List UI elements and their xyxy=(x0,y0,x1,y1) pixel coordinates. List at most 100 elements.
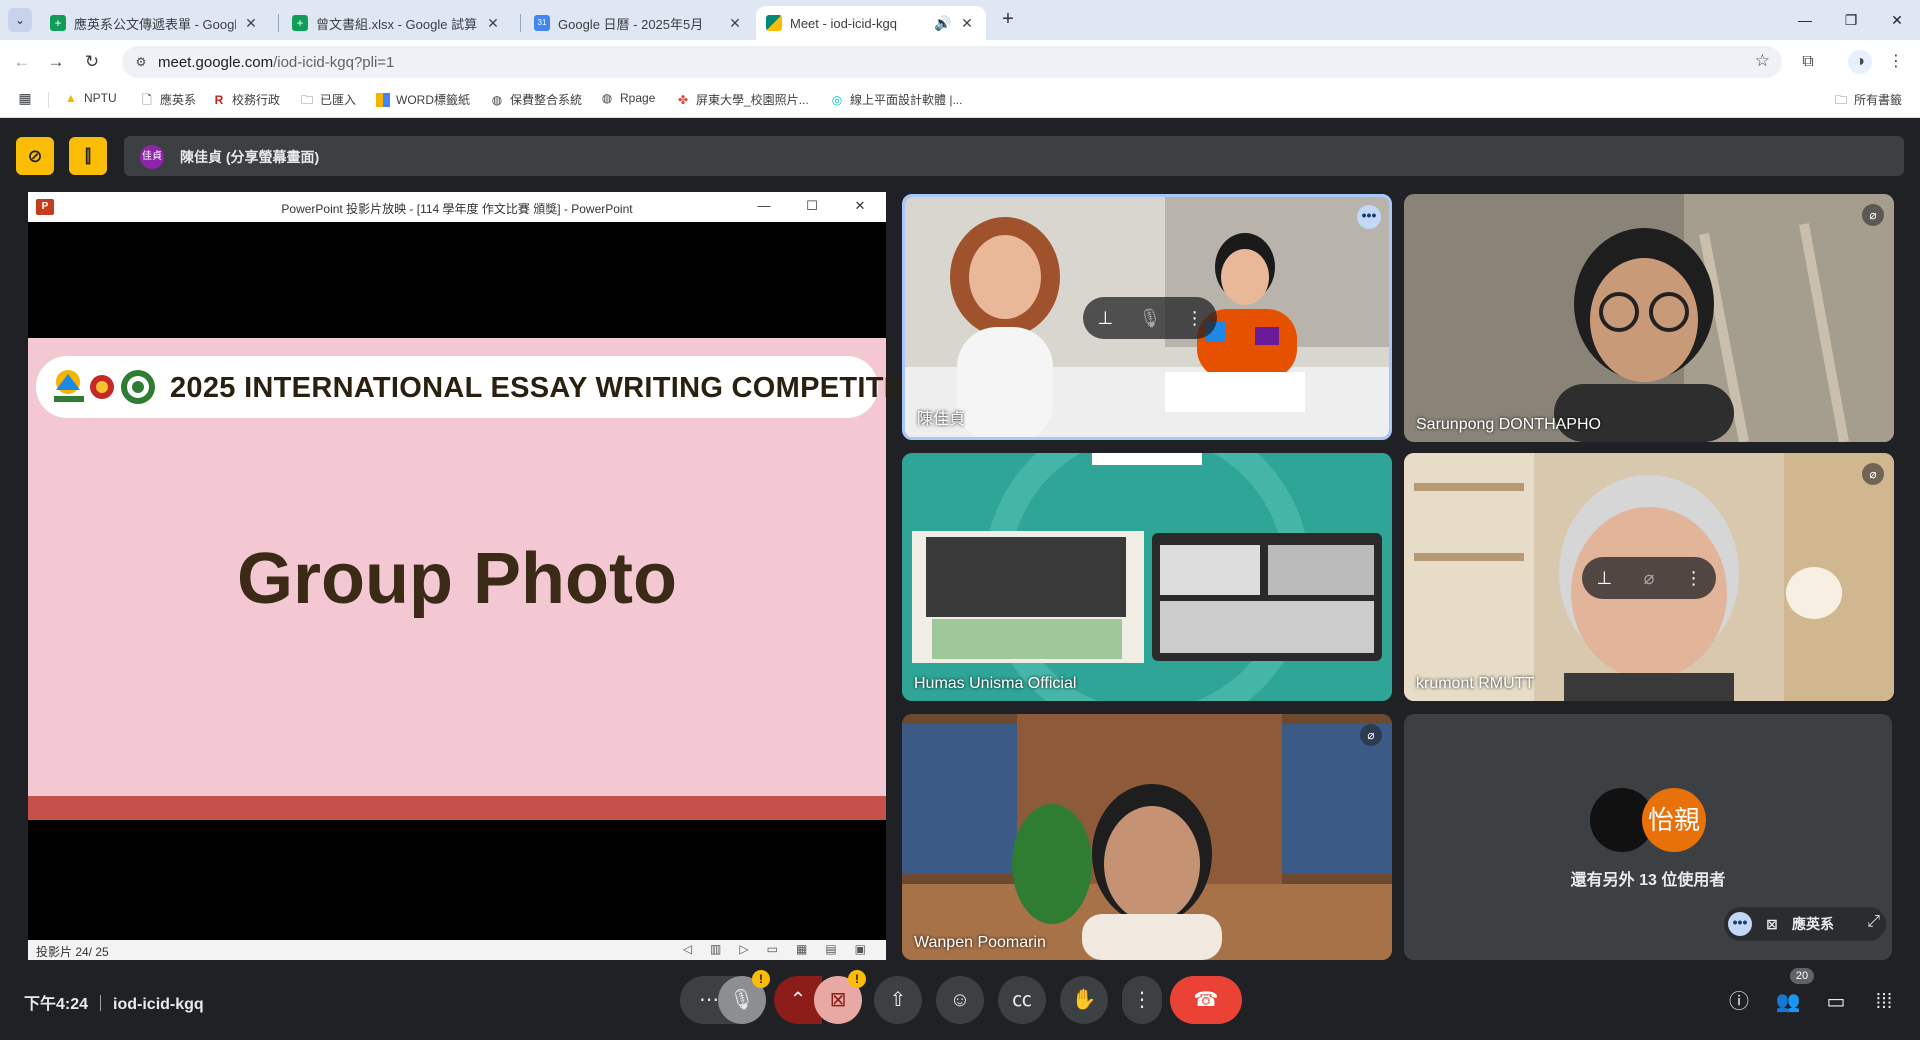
tab-strip: ⌄ + 應英系公文傳遞表單 - Google ✕ + 曾文書組.xlsx - G… xyxy=(0,0,1920,40)
address-bar: ← → ↻ ⚙ meet.google.com/iod-icid-kgq?pli… xyxy=(0,40,1920,82)
bookmark-rpage[interactable]: ◍ Rpage xyxy=(600,91,656,105)
participant-name: 陳佳貞 xyxy=(917,411,966,428)
warning-badge: ! xyxy=(752,970,770,988)
chat-icon[interactable]: ▭ xyxy=(1822,988,1850,1016)
bookmark-campus-photos[interactable]: ✤ 屏東大學_校園照片... xyxy=(676,91,809,108)
others-count-label: 還有另外 13 位使用者 xyxy=(1570,872,1726,889)
video-tile[interactable]: Humas Unisma Official xyxy=(902,453,1392,701)
bookmark-word-labels[interactable]: WORD標籤紙 xyxy=(376,91,470,108)
camera-button[interactable]: ⊠! xyxy=(814,970,866,1024)
apps-grid-icon[interactable]: ▦ xyxy=(18,91,38,105)
all-bookmarks[interactable]: 🗀 所有書籤 xyxy=(1834,91,1902,108)
tab-divider xyxy=(520,14,521,32)
camera-off-icon: ⊠ xyxy=(1766,915,1778,932)
pin-icon[interactable]: ⊥ xyxy=(1589,568,1619,589)
tab-title: 曾文書組.xlsx - Google 試算表 xyxy=(316,16,478,32)
people-icon[interactable]: 👥 xyxy=(1774,988,1802,1016)
more-vert-icon[interactable]: ⋮ xyxy=(1180,308,1210,329)
slide-footer-band xyxy=(28,796,886,820)
end-call-icon[interactable]: ☎ xyxy=(1170,976,1242,1024)
others-tile[interactable]: 怡親 還有另外 13 位使用者 ••• ⊠ 應英系 ⤢ xyxy=(1404,714,1892,960)
tile-hover-controls: ⊥ 🎙 ⋮ xyxy=(1083,297,1217,339)
menu-icon[interactable]: ⋮ xyxy=(1884,50,1908,74)
bookmark-star-icon[interactable]: ☆ xyxy=(1755,51,1770,71)
new-tab-button[interactable]: + xyxy=(996,8,1020,32)
bookmark-insurance[interactable]: ◍ 保費整合系統 xyxy=(490,91,582,108)
close-tab-icon[interactable]: ✕ xyxy=(958,15,976,32)
speaker-icon[interactable]: 🔊 xyxy=(934,15,952,32)
extensions-icon[interactable]: ⧉ xyxy=(1796,50,1820,74)
raise-hand-icon[interactable]: ✋ xyxy=(1060,976,1108,1024)
close-tab-icon[interactable]: ✕ xyxy=(484,15,502,32)
globe-icon: ◍ xyxy=(601,91,613,105)
meeting-code: iod-icid-kgq xyxy=(113,996,204,1013)
close-window-icon[interactable]: ✕ xyxy=(1874,6,1920,34)
more-options-icon[interactable]: ⋮ xyxy=(1122,976,1162,1024)
muted-mic-icon[interactable]: ⌀ xyxy=(1634,568,1664,589)
minimize-icon[interactable]: — xyxy=(1782,6,1828,34)
bookmark-canva[interactable]: ◎ 線上平面設計軟體 |... xyxy=(830,91,963,108)
meet-icon xyxy=(766,15,782,31)
muted-mic-icon: ⌀ xyxy=(1862,204,1884,226)
video-tile[interactable]: ⌀ Sarunpong DONTHAPHO xyxy=(1404,194,1894,442)
hide-presentation-icon[interactable]: ⊘ xyxy=(16,137,54,175)
all-bookmarks-label: 所有書籤 xyxy=(1854,93,1903,107)
ppt-titlebar: P PowerPoint 投影片放映 - [114 學年度 作文比賽 頒獎] -… xyxy=(28,192,886,222)
meeting-info: 下午4:24 iod-icid-kgq xyxy=(24,990,204,1014)
video-tile[interactable]: ••• ⊥ 🎙 ⋮ 陳佳貞 xyxy=(902,194,1392,440)
mic-icon[interactable]: 🎙 xyxy=(1135,308,1165,329)
participant-name: Sarunpong DONTHAPHO xyxy=(1416,416,1601,433)
video-tile[interactable]: ⌀ ⊥ ⌀ ⋮ krumont RMUTT xyxy=(1404,453,1894,701)
reload-icon[interactable]: ↻ xyxy=(80,50,104,74)
restore-icon[interactable]: ❐ xyxy=(1828,6,1874,34)
mic-button[interactable]: 🎙! xyxy=(718,970,770,1024)
omnibox[interactable]: ⚙ meet.google.com/iod-icid-kgq?pli=1 ☆ xyxy=(122,46,1782,78)
emoji-icon[interactable]: ☺ xyxy=(936,976,984,1024)
tab-divider xyxy=(278,14,279,32)
close-tab-icon[interactable]: ✕ xyxy=(242,15,260,32)
back-icon[interactable]: ← xyxy=(10,50,34,74)
slide-title: Group Photo xyxy=(237,539,677,619)
activities-icon[interactable]: ⁞⁞⁞ xyxy=(1870,988,1898,1016)
close-tab-icon[interactable]: ✕ xyxy=(726,15,744,32)
video-tile[interactable]: ⌀ Wanpen Poomarin xyxy=(902,714,1392,960)
more-vert-icon[interactable]: ⋮ xyxy=(1679,568,1709,589)
captions-icon[interactable]: ㏄ xyxy=(998,976,1046,1024)
tab-1[interactable]: + 曾文書組.xlsx - Google 試算表 ✕ xyxy=(282,6,512,40)
url-text[interactable]: meet.google.com/iod-icid-kgq?pli=1 xyxy=(158,54,394,71)
site-settings-icon[interactable]: ⚙ xyxy=(132,53,150,71)
tab-2[interactable]: 31 Google 日曆 - 2025年5月 ✕ xyxy=(524,6,754,40)
meeting-details-icon[interactable]: ⓘ xyxy=(1725,988,1753,1016)
layout-icon[interactable]: ⫿ xyxy=(69,137,107,175)
bookmark-english-dept[interactable]: 🗋 應英系 xyxy=(140,91,196,108)
url-path: /iod-icid-kgq?pli=1 xyxy=(273,54,395,71)
avatar: 怡親 xyxy=(1642,788,1706,852)
bookmark-imported[interactable]: 🗀 已匯入 xyxy=(300,91,356,108)
prev-icon: ◁ xyxy=(682,942,693,956)
bookmark-admin[interactable]: R 校務行政 xyxy=(212,91,280,108)
folder-icon: 🗀 xyxy=(300,92,313,107)
present-screen-icon[interactable]: ⇧ xyxy=(874,976,922,1024)
muted-mic-icon: ⌀ xyxy=(1360,724,1382,746)
profile-avatar[interactable]: ◑ xyxy=(1848,50,1872,74)
bookmarks-bar: ▦ ▲ NPTU 🗋 應英系 R 校務行政 🗀 已匯入 WORD標籤紙 ◍ 保費整合系統 … xyxy=(0,82,1920,118)
tab-0[interactable]: + 應英系公文傳遞表單 - Google ✕ xyxy=(40,6,270,40)
ppt-close-icon: ✕ xyxy=(854,198,866,213)
bookmark-label: WORD標籤紙 xyxy=(396,93,470,107)
page-icon: 🗋 xyxy=(142,92,152,107)
tab-search-icon[interactable]: ⌄ xyxy=(8,8,32,32)
forward-icon[interactable]: → xyxy=(44,50,68,74)
bookmark-nptu[interactable]: ▲ NPTU xyxy=(64,91,117,105)
more-options-icon[interactable]: ••• xyxy=(1357,205,1381,229)
tab-3-active[interactable]: Meet - iod-icid-kgq 🔊 ✕ xyxy=(756,6,986,40)
globe-icon: ◍ xyxy=(491,92,503,107)
more-options-icon[interactable]: ••• xyxy=(1728,912,1752,936)
meet-stage: ⊘ ⫿ 佳貞 陳佳貞 (分享螢幕畫面) P PowerPoint 投影片放映 -… xyxy=(0,118,1920,1040)
university-logos xyxy=(54,370,155,404)
participant-name: Humas Unisma Official xyxy=(914,675,1077,692)
expand-icon[interactable]: ⤢ xyxy=(1867,913,1880,931)
pin-icon[interactable]: ⊥ xyxy=(1090,308,1120,329)
canva-icon: ◎ xyxy=(831,92,843,107)
notes-icon: ▥ xyxy=(710,942,722,956)
participant-chip[interactable]: ••• ⊠ 應英系 xyxy=(1724,907,1886,941)
